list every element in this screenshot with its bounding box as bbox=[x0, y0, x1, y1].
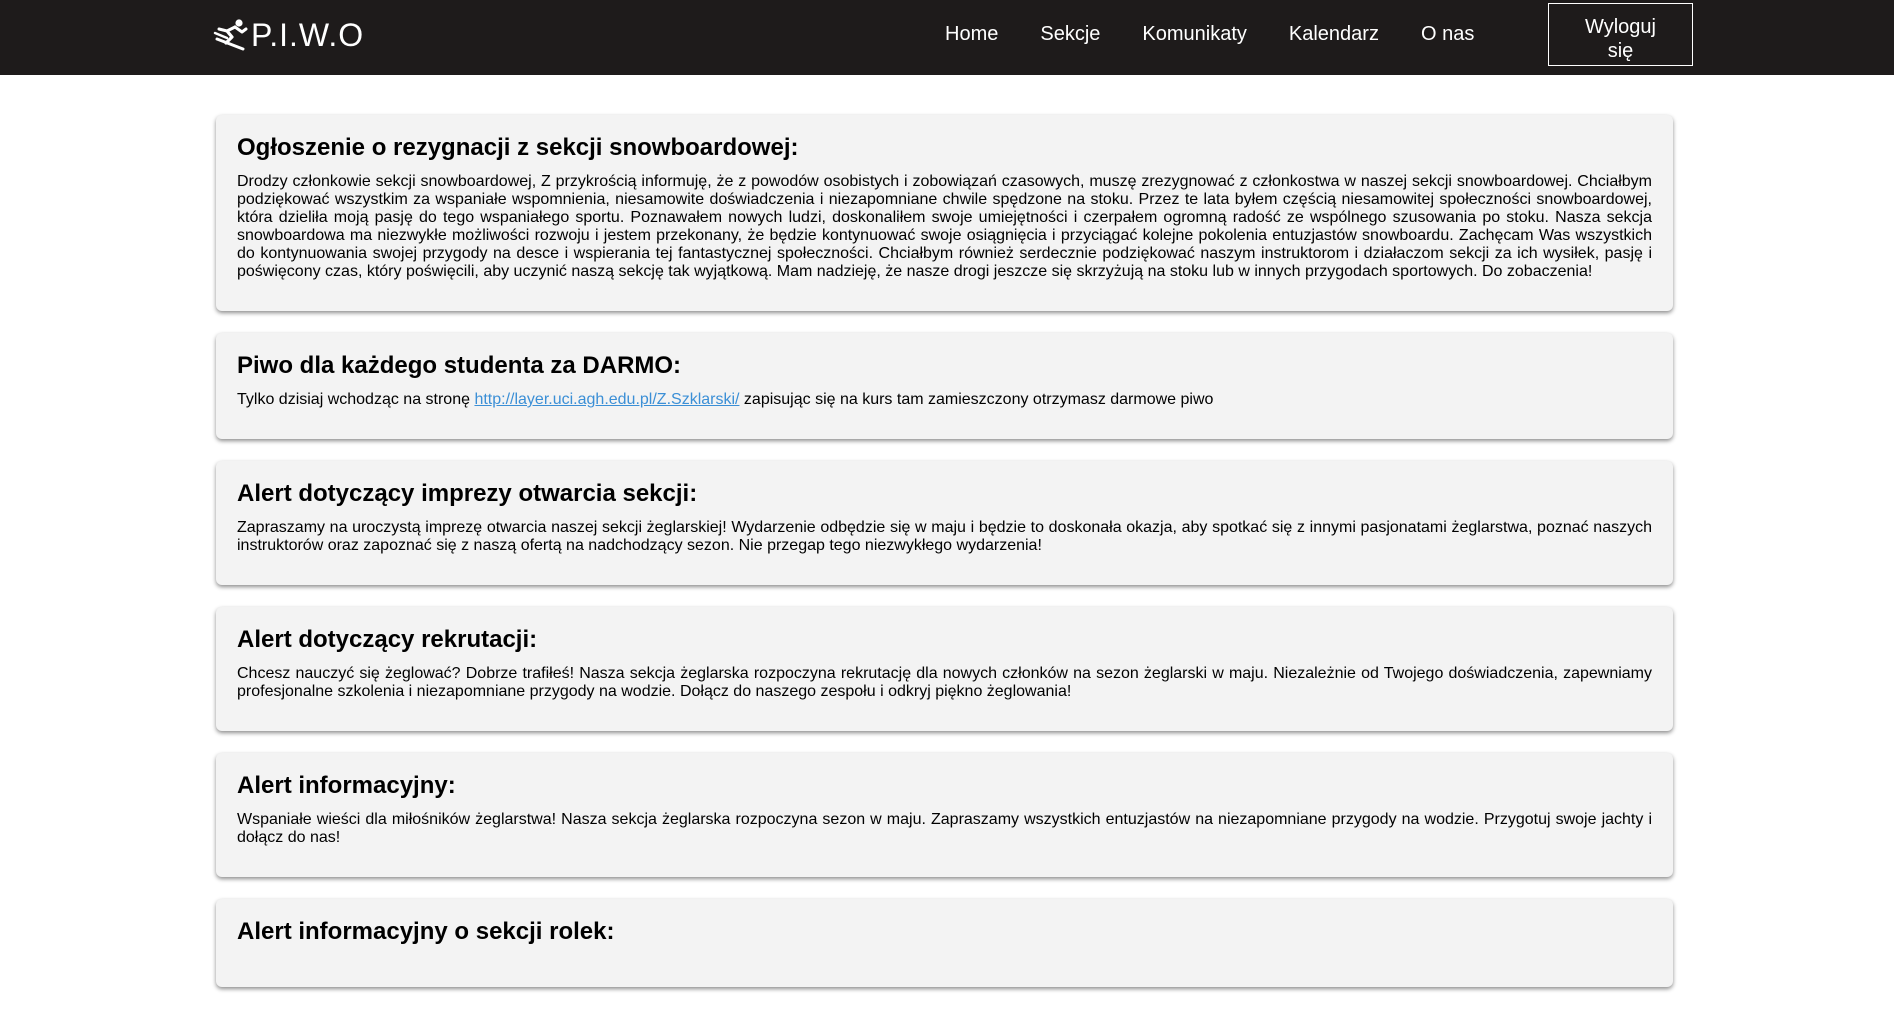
announcement-title: Alert informacyjny: bbox=[237, 772, 456, 799]
logout-button[interactable]: Wyloguj się bbox=[1548, 3, 1693, 66]
announcement-body-text: Tylko dzisiaj wchodząc na stronę bbox=[237, 391, 475, 408]
announcement-card: Alert informacyjny o sekcji rolek: bbox=[216, 899, 1673, 987]
course-link[interactable]: http://layer.uci.agh.edu.pl/Z.Szklarski/ bbox=[474, 391, 739, 408]
logout-label-line1: Wyloguj bbox=[1585, 15, 1656, 38]
announcement-body: Chcesz nauczyć się żeglować? Dobrze traf… bbox=[237, 665, 1652, 700]
announcement-card: Ogłoszenie o rezygnacji z sekcji snowboa… bbox=[216, 115, 1673, 311]
announcement-title: Piwo dla każdego studenta za DARMO: bbox=[237, 352, 682, 379]
announcement-body-text: zapisując się na kurs tam zamieszczony o… bbox=[739, 391, 1214, 408]
announcements-list: Ogłoszenie o rezygnacji z sekcji snowboa… bbox=[216, 115, 1673, 1009]
nav-item-sekcje[interactable]: Sekcje bbox=[1040, 23, 1100, 46]
announcement-body: Zapraszamy na uroczystą imprezę otwarcia… bbox=[237, 519, 1652, 554]
announcement-title: Ogłoszenie o rezygnacji z sekcji snowboa… bbox=[237, 134, 799, 161]
announcement-body: Wspaniałe wieści dla miłośników żeglarst… bbox=[237, 811, 1652, 846]
nav-item-komunikaty[interactable]: Komunikaty bbox=[1142, 23, 1247, 46]
announcement-title: Alert dotyczący rekrutacji: bbox=[237, 626, 538, 653]
nav-item-kalendarz[interactable]: Kalendarz bbox=[1289, 23, 1379, 46]
navbar: P.I.W.O Home Sekcje Komunikaty Kalendarz… bbox=[0, 0, 1894, 75]
nav-item-o-nas[interactable]: O nas bbox=[1421, 23, 1474, 46]
announcement-card: Alert dotyczący imprezy otwarcia sekcji:… bbox=[216, 461, 1673, 585]
logout-label-line2: się bbox=[1607, 39, 1634, 62]
announcement-card: Alert dotyczący rekrutacji: Chcesz naucz… bbox=[216, 607, 1673, 731]
announcement-body: Tylko dzisiaj wchodząc na stronę http://… bbox=[237, 391, 1652, 409]
announcement-card: Piwo dla każdego studenta za DARMO: Tylk… bbox=[216, 333, 1673, 439]
brand-logo-link[interactable]: P.I.W.O bbox=[213, 13, 364, 57]
skier-icon bbox=[213, 18, 249, 52]
main-nav: Home Sekcje Komunikaty Kalendarz O nas bbox=[945, 0, 1516, 69]
announcement-body: Drodzy członkowie sekcji snowboardowej, … bbox=[237, 173, 1652, 280]
nav-item-home[interactable]: Home bbox=[945, 23, 998, 46]
brand-name: P.I.W.O bbox=[251, 17, 365, 53]
announcement-title: Alert informacyjny o sekcji rolek: bbox=[237, 918, 615, 945]
announcement-title: Alert dotyczący imprezy otwarcia sekcji: bbox=[237, 480, 698, 507]
announcement-card: Alert informacyjny: Wspaniałe wieści dla… bbox=[216, 753, 1673, 877]
